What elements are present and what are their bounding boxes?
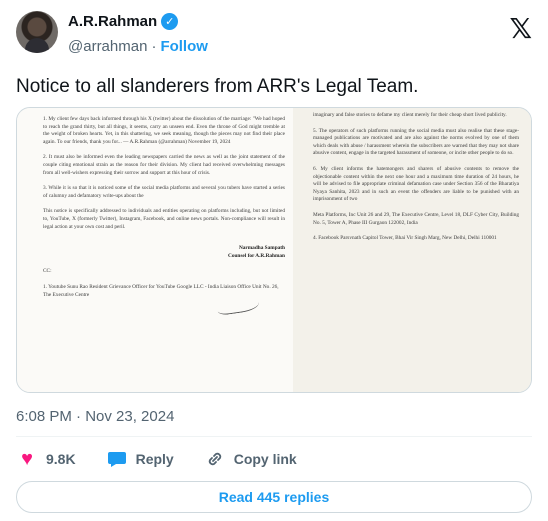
action-bar: ♥ 9.8K Reply Copy link [16, 448, 327, 470]
tweet-text: Notice to all slanderers from ARR's Lega… [16, 76, 419, 97]
doc-paragraph: This notice is specifically addressed to… [43, 208, 285, 230]
read-replies-button[interactable]: Read 445 replies [16, 481, 532, 513]
doc-paragraph: 5. The operators of such platforms runni… [313, 127, 519, 157]
reply-bubble-icon [106, 448, 128, 470]
reply-button[interactable]: Reply [106, 448, 174, 470]
verified-badge-icon: ✓ [161, 13, 179, 30]
user-handle[interactable]: @arrahman [68, 38, 147, 55]
doc-paragraph: 6. My client informs the hatemongers and… [313, 165, 519, 203]
doc-paragraph: 2. It must also be informed even the lea… [43, 154, 285, 176]
tweet-card: A.R.Rahman ✓ @arrahman · Follow 𝕏 Notice… [0, 0, 548, 521]
name-row: A.R.Rahman ✓ [68, 13, 179, 30]
doc-paragraph: Meta Platforms, Inc Unit 26 and 29, The … [313, 211, 519, 226]
document-page-right: imaginary and false stories to defame my… [293, 108, 531, 392]
handle-row: @arrahman · Follow [68, 38, 208, 55]
tweet-timestamp[interactable]: 6:08 PM · Nov 23, 2024 [16, 408, 174, 425]
doc-paragraph: 4. Facebook Parsvnath Capitol Tower, Bha… [313, 235, 497, 242]
doc-paragraph: 1. My client few days back informed thro… [43, 116, 285, 145]
cc-label: CC: [43, 268, 52, 275]
avatar[interactable] [16, 11, 58, 53]
link-icon [204, 448, 226, 470]
reply-label: Reply [135, 451, 174, 467]
document-page-left: 1. My client few days back informed thro… [17, 108, 299, 392]
heart-icon: ♥ [21, 447, 33, 470]
doc-paragraph: 3. While it is so that it is noticed som… [43, 185, 285, 199]
like-count: 9.8K [46, 451, 76, 467]
copy-link-label: Copy link [233, 451, 297, 467]
follow-button[interactable]: Follow [160, 38, 208, 55]
divider [16, 436, 532, 437]
attached-document-image[interactable]: 1. My client few days back informed thro… [16, 107, 532, 393]
like-button[interactable]: ♥ 9.8K [16, 448, 76, 470]
copy-link-button[interactable]: Copy link [204, 448, 297, 470]
signatory-name: Narmadha Sampath [238, 245, 285, 252]
signatory-title: Counsel for A.R.Rahman [228, 252, 285, 259]
separator-dot: · [151, 38, 157, 55]
doc-paragraph: imaginary and false stories to defame my… [313, 112, 507, 118]
x-logo-icon[interactable]: 𝕏 [509, 15, 532, 43]
display-name[interactable]: A.R.Rahman [68, 13, 157, 30]
